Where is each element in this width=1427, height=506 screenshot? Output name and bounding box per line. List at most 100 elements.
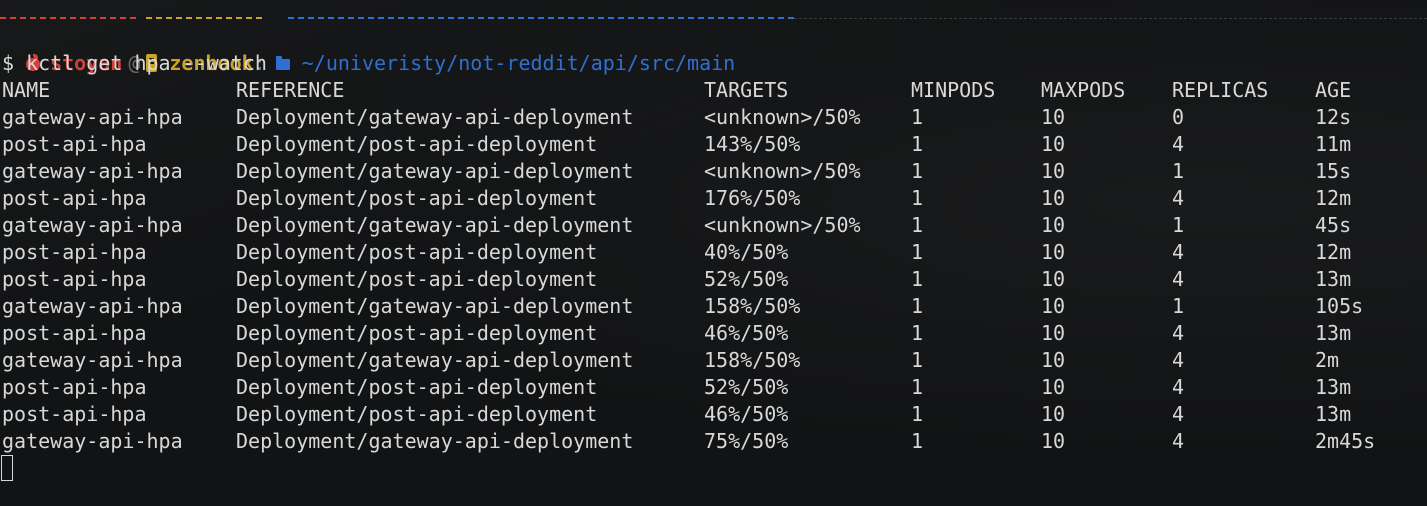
cell-maxpods: 10	[1041, 213, 1066, 237]
terminal-cursor[interactable]	[1, 455, 13, 481]
cell-minpods: 1	[911, 348, 924, 372]
cell-reference: Deployment/post-api-deployment	[236, 240, 598, 264]
cell-age: 13m	[1315, 321, 1352, 345]
cell-targets: 52%/50%	[704, 267, 789, 291]
cell-age: 13m	[1315, 267, 1352, 291]
cell-maxpods: 10	[1041, 267, 1066, 291]
cell-replicas: 1	[1172, 294, 1185, 318]
cell-minpods: 1	[911, 159, 924, 183]
cell-replicas: 0	[1172, 105, 1185, 129]
cell-replicas: 4	[1172, 348, 1185, 372]
cell-maxpods: 10	[1041, 105, 1066, 129]
cell-reference: Deployment/gateway-api-deployment	[236, 105, 634, 129]
cell-reference: Deployment/gateway-api-deployment	[236, 159, 634, 183]
cell-minpods: 1	[911, 105, 924, 129]
cell-replicas: 4	[1172, 267, 1185, 291]
cell-maxpods: 10	[1041, 186, 1066, 210]
cell-replicas: 4	[1172, 132, 1185, 156]
folder-icon	[275, 56, 290, 70]
cell-replicas: 4	[1172, 402, 1185, 426]
cell-targets: 46%/50%	[704, 321, 789, 345]
cell-name: post-api-hpa	[2, 132, 147, 156]
cell-age: 12m	[1315, 186, 1352, 210]
cell-age: 11m	[1315, 132, 1352, 156]
header-reference: REFERENCE	[236, 78, 345, 102]
header-age: AGE	[1315, 78, 1352, 102]
cell-minpods: 1	[911, 375, 924, 399]
cell-minpods: 1	[911, 429, 924, 453]
cell-minpods: 1	[911, 132, 924, 156]
cell-age: 45s	[1315, 213, 1352, 237]
cell-maxpods: 10	[1041, 294, 1066, 318]
cell-name: gateway-api-hpa	[2, 105, 183, 129]
cell-name: gateway-api-hpa	[2, 294, 183, 318]
cell-replicas: 4	[1172, 186, 1185, 210]
cell-name: post-api-hpa	[2, 321, 147, 345]
cell-targets: 52%/50%	[704, 375, 789, 399]
cell-targets: 176%/50%	[704, 186, 801, 210]
cell-name: post-api-hpa	[2, 186, 147, 210]
cell-age: 105s	[1315, 294, 1364, 318]
cell-minpods: 1	[911, 213, 924, 237]
cell-targets: 46%/50%	[704, 402, 789, 426]
cell-maxpods: 10	[1041, 402, 1066, 426]
cell-name: post-api-hpa	[2, 267, 147, 291]
cell-maxpods: 10	[1041, 132, 1066, 156]
header-targets: TARGETS	[704, 78, 789, 102]
cell-maxpods: 10	[1041, 159, 1066, 183]
cell-replicas: 1	[1172, 213, 1185, 237]
cell-reference: Deployment/gateway-api-deployment	[236, 429, 634, 453]
cell-name: gateway-api-hpa	[2, 429, 183, 453]
cell-minpods: 1	[911, 267, 924, 291]
cell-replicas: 4	[1172, 240, 1185, 264]
cell-maxpods: 10	[1041, 240, 1066, 264]
header-maxpods: MAXPODS	[1041, 78, 1126, 102]
cell-reference: Deployment/post-api-deployment	[236, 267, 598, 291]
cell-reference: Deployment/post-api-deployment	[236, 402, 598, 426]
cell-reference: Deployment/gateway-api-deployment	[236, 294, 634, 318]
cell-targets: <unknown>/50%	[704, 213, 861, 237]
cell-targets: 143%/50%	[704, 132, 801, 156]
cell-replicas: 4	[1172, 429, 1185, 453]
cell-name: gateway-api-hpa	[2, 213, 183, 237]
cell-replicas: 1	[1172, 159, 1185, 183]
cell-maxpods: 10	[1041, 429, 1066, 453]
cell-age: 13m	[1315, 402, 1352, 426]
cell-minpods: 1	[911, 240, 924, 264]
prompt-rule-host	[146, 17, 262, 19]
cell-targets: 158%/50%	[704, 348, 801, 372]
cell-maxpods: 10	[1041, 321, 1066, 345]
cell-minpods: 1	[911, 186, 924, 210]
header-name: NAME	[2, 78, 51, 102]
cell-age: 13m	[1315, 375, 1352, 399]
cell-targets: <unknown>/50%	[704, 159, 861, 183]
cell-reference: Deployment/post-api-deployment	[236, 132, 598, 156]
cell-age: 12m	[1315, 240, 1352, 264]
cell-maxpods: 10	[1041, 375, 1066, 399]
cell-minpods: 1	[911, 402, 924, 426]
cell-name: post-api-hpa	[2, 240, 147, 264]
cell-targets: 40%/50%	[704, 240, 789, 264]
prompt-rule-rest	[794, 18, 1427, 19]
cell-reference: Deployment/post-api-deployment	[236, 186, 598, 210]
cell-replicas: 4	[1172, 321, 1185, 345]
cell-reference: Deployment/post-api-deployment	[236, 375, 598, 399]
cell-reference: Deployment/gateway-api-deployment	[236, 213, 634, 237]
cell-age: 2m45s	[1315, 429, 1376, 453]
cell-name: post-api-hpa	[2, 375, 147, 399]
cell-name: post-api-hpa	[2, 402, 147, 426]
cell-reference: Deployment/post-api-deployment	[236, 321, 598, 345]
prompt-rule-path	[288, 17, 794, 19]
prompt-rule-user	[0, 17, 136, 19]
cell-name: gateway-api-hpa	[2, 348, 183, 372]
cell-targets: 75%/50%	[704, 429, 789, 453]
shell-prompt: stoyan @ zenbook: ~/univeristy/not-reddit/a…	[2, 23, 735, 75]
header-minpods: MINPODS	[911, 78, 996, 102]
cell-name: gateway-api-hpa	[2, 159, 183, 183]
header-replicas: REPLICAS	[1172, 78, 1269, 102]
cell-targets: <unknown>/50%	[704, 105, 861, 129]
prompt-path: ~/univeristy/not-reddit/api/src/main	[301, 51, 736, 75]
cell-maxpods: 10	[1041, 348, 1066, 372]
cell-replicas: 4	[1172, 375, 1185, 399]
cell-minpods: 1	[911, 294, 924, 318]
